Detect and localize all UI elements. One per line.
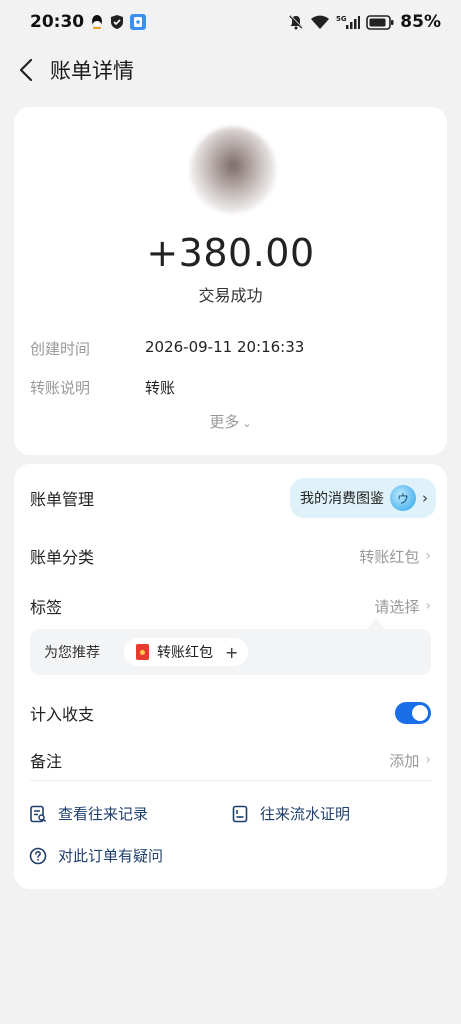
history-link[interactable]: 查看往来记录 [28, 803, 148, 824]
battery-icon [366, 14, 394, 30]
chevron-right-icon: › [425, 548, 431, 564]
status-time: 20:30 [30, 12, 85, 32]
consumption-atlas-button[interactable]: 我的消费图鉴 ウ › [290, 478, 436, 518]
chevron-right-icon: › [425, 598, 431, 614]
question-link-label: 对此订单有疑问 [58, 847, 164, 865]
question-link[interactable]: 对此订单有疑问 [28, 845, 163, 866]
transaction-amount: +380.00 [146, 231, 315, 275]
tag-row[interactable]: 标签 请选择 › [30, 594, 431, 618]
toggle-knob [412, 705, 428, 721]
nav-bar: 账单详情 [0, 48, 461, 92]
bill-management-card: 账单管理 我的消费图鉴 ウ › 账单分类 转账红包 › 标签 请选择 › 为您推… [14, 464, 447, 889]
consumption-atlas-label: 我的消费图鉴 [300, 491, 384, 507]
recommend-chip[interactable]: 转账红包 + [124, 638, 249, 666]
back-button[interactable] [12, 56, 40, 84]
transfer-desc-label: 转账说明 [30, 379, 91, 397]
category-label: 账单分类 [30, 548, 95, 567]
tag-label: 标签 [30, 598, 63, 617]
signal-icon: 5G [336, 14, 361, 30]
transfer-desc-value: 转账 [145, 379, 176, 397]
app-icon [130, 14, 147, 30]
recommend-caret [366, 619, 386, 629]
note-row[interactable]: 备注 添加 › [30, 748, 431, 772]
document-icon [230, 804, 250, 824]
avatar [190, 127, 276, 213]
more-label: 更多 [209, 413, 240, 431]
note-label: 备注 [30, 752, 63, 771]
chevron-left-icon [19, 58, 33, 82]
divider [30, 780, 431, 781]
management-title: 账单管理 [30, 490, 95, 509]
chevron-down-icon: ⌄ [242, 417, 252, 430]
wifi-icon [310, 15, 330, 30]
chevron-right-icon: › [425, 752, 431, 768]
recommend-bar: 为您推荐 转账红包 + [30, 629, 431, 675]
recommend-label: 为您推荐 [44, 645, 100, 661]
chevron-right-icon: › [422, 489, 428, 507]
proof-link-label: 往来流水证明 [260, 805, 351, 823]
plus-icon: + [225, 642, 239, 662]
recommend-chip-label: 转账红包 [157, 645, 213, 661]
shield-icon [110, 14, 124, 30]
count-toggle[interactable] [395, 702, 431, 724]
transaction-card: +380.00 交易成功 创建时间 2026-09-11 20:16:33 转账… [14, 107, 447, 455]
red-packet-icon [136, 644, 149, 660]
more-button[interactable]: 更多 ⌄ [14, 411, 447, 432]
network-label: 5G [336, 15, 347, 23]
created-time-label: 创建时间 [30, 340, 91, 358]
page-title: 账单详情 [50, 59, 134, 83]
count-row: 计入收支 [30, 701, 431, 725]
created-time-row: 创建时间 2026-09-11 20:16:33 [30, 338, 304, 359]
category-value: 转账红包 [359, 547, 420, 566]
transfer-desc-row: 转账说明 转账 [30, 377, 175, 398]
battery-level: 85% [400, 12, 441, 32]
count-label: 计入收支 [30, 705, 95, 724]
status-bar: 20:30 5G 85% [0, 0, 461, 44]
note-value: 添加 [389, 751, 420, 770]
tag-value: 请选择 [374, 597, 420, 616]
qq-icon [90, 14, 104, 30]
record-icon [28, 804, 48, 824]
proof-link[interactable]: 往来流水证明 [230, 803, 350, 824]
question-icon [28, 846, 48, 866]
mascot-icon: ウ [390, 485, 416, 511]
created-time-value: 2026-09-11 20:16:33 [145, 338, 305, 356]
mute-icon [288, 14, 304, 30]
history-link-label: 查看往来记录 [58, 805, 149, 823]
transaction-status: 交易成功 [198, 286, 263, 305]
category-row[interactable]: 账单分类 转账红包 › [30, 544, 431, 568]
